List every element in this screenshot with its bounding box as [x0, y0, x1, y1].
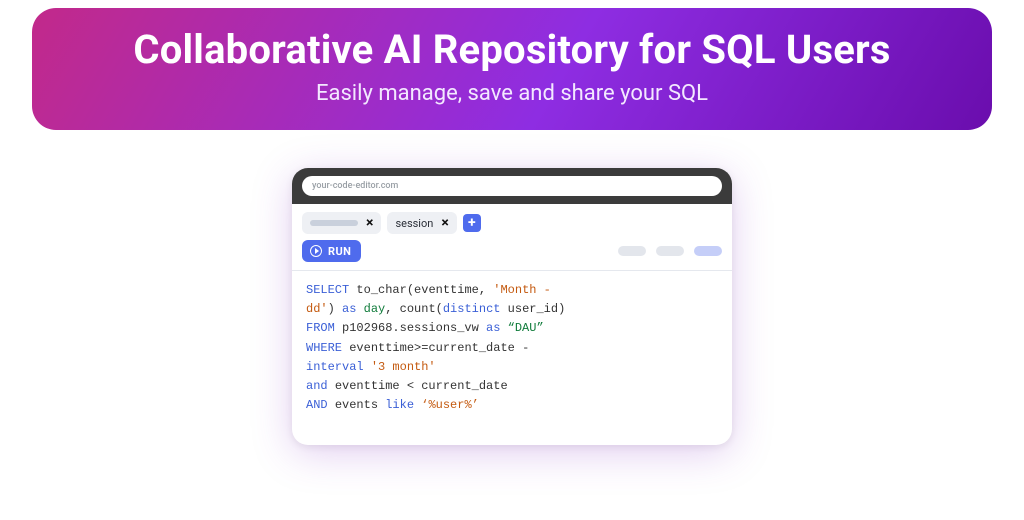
- tab-session-label: session: [395, 217, 433, 230]
- kw-as: as: [342, 302, 356, 316]
- toolbar-pill: [656, 246, 684, 256]
- kw-interval: interval: [306, 360, 364, 374]
- id-table: p102968.sessions_vw: [342, 321, 479, 335]
- id-user-id: user_id: [508, 302, 558, 316]
- run-button[interactable]: RUN: [302, 240, 361, 262]
- id-current-date: current_date: [421, 379, 507, 393]
- close-icon[interactable]: ×: [441, 216, 448, 230]
- str-user-like: ‘%user%’: [421, 398, 479, 412]
- hero-banner: Collaborative AI Repository for SQL User…: [32, 8, 992, 130]
- fn-to-char: to_char: [356, 283, 406, 297]
- toolbar-pill-accent: [694, 246, 722, 256]
- play-icon: [310, 245, 322, 257]
- run-label: RUN: [328, 245, 351, 258]
- close-icon[interactable]: ×: [366, 216, 373, 230]
- id-eventtime: eventtime: [335, 379, 400, 393]
- alias-day: day: [364, 302, 386, 316]
- kw-select: SELECT: [306, 283, 349, 297]
- editor-container: your-code-editor.com × session × + RUN: [0, 168, 1024, 445]
- tabs-row: × session × +: [292, 204, 732, 238]
- hero-subtitle: Easily manage, save and share your SQL: [72, 81, 952, 106]
- str-dau: “DAU”: [508, 321, 544, 335]
- id-eventtime: eventtime: [414, 283, 479, 297]
- url-text: your-code-editor.com: [312, 181, 398, 191]
- kw-like: like: [385, 398, 414, 412]
- kw-distinct: distinct: [443, 302, 501, 316]
- op-lt: <: [407, 379, 414, 393]
- kw-from: FROM: [306, 321, 335, 335]
- url-bar[interactable]: your-code-editor.com: [302, 176, 722, 196]
- str-3month: '3 month': [371, 360, 436, 374]
- op-minus: -: [522, 341, 529, 355]
- id-events: events: [335, 398, 378, 412]
- browser-bar: your-code-editor.com: [292, 168, 732, 204]
- id-current-date: current_date: [428, 341, 514, 355]
- toolbar: RUN: [292, 238, 732, 271]
- op-ge: >=: [414, 341, 428, 355]
- add-tab-button[interactable]: +: [463, 214, 481, 232]
- tab-session[interactable]: session ×: [387, 212, 456, 234]
- kw-and: AND: [306, 398, 328, 412]
- id-eventtime: eventtime: [349, 341, 414, 355]
- tab-placeholder-label: [310, 220, 358, 226]
- fn-count: count: [400, 302, 436, 316]
- toolbar-pill: [618, 246, 646, 256]
- plus-icon: +: [468, 216, 476, 230]
- kw-and: and: [306, 379, 328, 393]
- kw-as: as: [486, 321, 500, 335]
- code-area[interactable]: SELECT to_char(eventtime, 'Month - dd') …: [292, 271, 732, 445]
- kw-where: WHERE: [306, 341, 342, 355]
- code-editor-window: your-code-editor.com × session × + RUN: [292, 168, 732, 445]
- hero-title: Collaborative AI Repository for SQL User…: [72, 26, 952, 73]
- tab-placeholder[interactable]: ×: [302, 212, 381, 234]
